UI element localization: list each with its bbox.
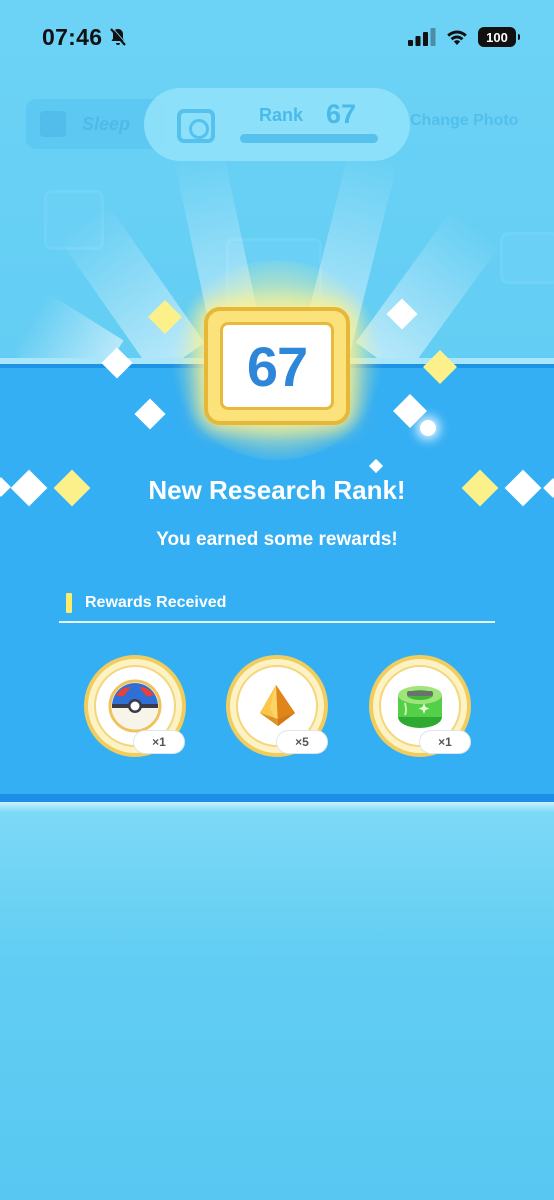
- headline-title: New Research Rank!: [148, 475, 406, 505]
- headline-subtitle: You earned some rewards!: [156, 529, 398, 550]
- sparkle: [420, 420, 436, 436]
- rank-pill: Rank 67: [144, 88, 410, 161]
- status-time: 07:46: [42, 23, 103, 50]
- status-bar: 07:46 100: [0, 0, 554, 74]
- change-photo-label: Change Photo: [410, 112, 519, 129]
- crystal-shard-icon: [260, 685, 295, 726]
- rank-value: 67: [326, 99, 357, 129]
- reward-quantity: ×1: [133, 730, 185, 754]
- rewards-section-title: Rewards Received: [85, 594, 227, 611]
- rank-badge: 67: [204, 307, 350, 425]
- reward-quantity: ×1: [419, 730, 471, 754]
- rewards-section-header: Rewards Received: [66, 593, 226, 613]
- background-bottom: [0, 800, 554, 1200]
- rank-badge-number: 67: [246, 334, 308, 398]
- panel-bottom-border: [0, 794, 554, 802]
- bell-muted-icon: [110, 27, 128, 46]
- wifi-icon: [447, 30, 467, 45]
- cellular-signal-icon: [408, 28, 436, 46]
- great-ball-icon: [108, 679, 162, 733]
- battery-icon: 100: [478, 27, 520, 47]
- rank-progress-bar: [240, 134, 378, 143]
- section-accent-bar: [66, 593, 72, 613]
- panel-bottom-glow: [0, 802, 554, 812]
- section-divider: [59, 621, 495, 623]
- photo-frame-icon: [177, 109, 215, 143]
- notepad-icon: [40, 111, 66, 137]
- green-incense-icon: [398, 686, 442, 728]
- sleep-tab-label: Sleep: [82, 113, 131, 134]
- battery-level: 100: [486, 29, 508, 45]
- background-card: [500, 232, 554, 284]
- rank-label: Rank: [259, 105, 304, 125]
- reward-quantity: ×5: [276, 730, 328, 754]
